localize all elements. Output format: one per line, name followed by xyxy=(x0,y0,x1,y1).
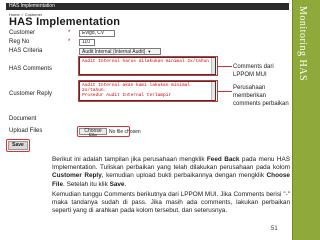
regno-field[interactable]: 110 xyxy=(79,39,95,46)
regno-label: Reg No xyxy=(9,39,30,45)
p1-customer-reply: Customer Reply xyxy=(52,172,102,180)
reply-callout: Perusahaan memberikan comments perbaikan xyxy=(233,84,289,108)
slide-sidebar: Monitoring HAS xyxy=(292,0,320,240)
customer-label: Customer xyxy=(9,30,36,36)
p1-text-i: . xyxy=(124,180,127,188)
p1-text-g: . Setelah itu klik xyxy=(63,180,110,188)
p1-save: Save xyxy=(109,180,125,188)
criteria-label: HAS Criteria xyxy=(9,48,43,54)
app-title-bar: HAS Implementation xyxy=(6,3,289,10)
comments-arrow xyxy=(218,66,232,67)
reply-callout-line-2: comments perbaikan xyxy=(233,101,289,107)
chevron-down-icon: ▼ xyxy=(147,49,152,54)
save-highlight xyxy=(6,139,30,152)
customer-required-mark: * xyxy=(68,30,71,36)
instruction-paragraph-1: Berikut ini adalah tampilan jika perusah… xyxy=(52,156,290,189)
p1-text-a: Berikut ini adalah tampilan jika perusah… xyxy=(52,156,207,163)
reply-label: Customer Reply xyxy=(9,91,53,97)
reply-callout-line-1: Perusahaan memberikan xyxy=(233,85,267,99)
comments-highlight xyxy=(78,56,218,76)
comments-label: HAS Comments xyxy=(9,66,53,72)
document-label: Document xyxy=(9,116,37,122)
regno-required-mark: * xyxy=(68,39,71,45)
criteria-value: Audit Internal (Internal Audit) xyxy=(82,49,146,55)
customer-field[interactable]: Evigo, CV xyxy=(79,30,115,37)
comments-callout: Comments dari LPPOM MUI xyxy=(233,64,274,78)
criteria-select[interactable]: Audit Internal (Internal Audit) ▼ xyxy=(79,48,161,55)
instruction-paragraph-2: Kemudian tunggu Comments berikutnya dari… xyxy=(52,191,290,215)
p1-feedback: Feed Back xyxy=(206,156,240,163)
page-number: 51 xyxy=(271,226,278,232)
sidebar-footer xyxy=(293,220,320,240)
upload-label: Upload Files xyxy=(9,128,43,134)
choose-file-highlight xyxy=(77,126,130,137)
reply-arrow xyxy=(218,91,232,92)
sidebar-title: Monitoring HAS xyxy=(297,6,308,82)
reply-highlight xyxy=(78,80,218,102)
p1-text-e: , kemudian upload bukti perbaikannya den… xyxy=(101,172,267,180)
app-screenshot: HAS Implementation Home / Customer HAS Imp… xyxy=(6,3,289,140)
page-title: HAS Implementation xyxy=(9,16,121,28)
